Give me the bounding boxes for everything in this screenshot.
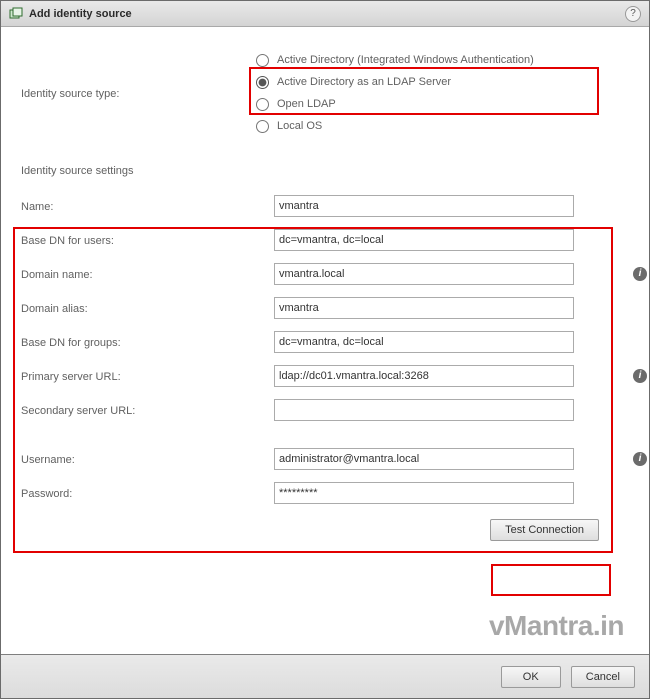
row-basedn-groups: Base DN for groups: xyxy=(21,331,629,353)
radio-ad-windows-input[interactable] xyxy=(256,54,269,67)
label-domain-alias: Domain alias: xyxy=(21,301,274,315)
label-password: Password: xyxy=(21,486,274,500)
fields-container: Name: Base DN for users: Domain name: i xyxy=(21,195,629,504)
row-secondary-url: Secondary server URL: xyxy=(21,399,629,421)
radio-ad-windows-label: Active Directory (Integrated Windows Aut… xyxy=(277,54,534,66)
label-username: Username: xyxy=(21,452,274,466)
test-connection-button[interactable]: Test Connection xyxy=(490,519,599,541)
label-basedn-users: Base DN for users: xyxy=(21,233,274,247)
label-domain-name: Domain name: xyxy=(21,267,274,281)
input-domain-alias[interactable] xyxy=(274,297,574,319)
input-primary-url[interactable] xyxy=(274,365,574,387)
row-name: Name: xyxy=(21,195,629,217)
highlight-test-button xyxy=(491,564,611,596)
label-basedn-groups: Base DN for groups: xyxy=(21,335,274,349)
watermark-text: vMantra.in xyxy=(489,610,624,642)
radio-ad-ldap-label: Active Directory as an LDAP Server xyxy=(277,76,451,88)
input-basedn-users[interactable] xyxy=(274,229,574,251)
dialog-content: Identity source type: Active Directory (… xyxy=(1,27,649,654)
row-domain-name: Domain name: i xyxy=(21,263,629,285)
source-type-label: Identity source type: xyxy=(21,86,256,100)
radio-local-os[interactable]: Local OS xyxy=(256,115,629,137)
label-primary-url: Primary server URL: xyxy=(21,369,274,383)
label-name: Name: xyxy=(21,199,274,213)
input-secondary-url[interactable] xyxy=(274,399,574,421)
row-username: Username: i xyxy=(21,448,629,470)
ok-button[interactable]: OK xyxy=(501,666,561,688)
radio-ad-ldap-input[interactable] xyxy=(256,76,269,89)
info-icon[interactable]: i xyxy=(633,267,647,281)
title-bar: Add identity source ? xyxy=(1,1,649,27)
settings-heading: Identity source settings xyxy=(21,165,629,177)
input-domain-name[interactable] xyxy=(274,263,574,285)
dialog-title: Add identity source xyxy=(29,8,132,20)
radio-ad-windows[interactable]: Active Directory (Integrated Windows Aut… xyxy=(256,49,629,71)
radio-local-os-input[interactable] xyxy=(256,120,269,133)
help-icon[interactable]: ? xyxy=(625,6,641,22)
row-domain-alias: Domain alias: xyxy=(21,297,629,319)
cancel-button[interactable]: Cancel xyxy=(571,666,635,688)
row-password: Password: xyxy=(21,482,629,504)
input-password[interactable] xyxy=(274,482,574,504)
app-icon xyxy=(9,7,23,21)
input-basedn-groups[interactable] xyxy=(274,331,574,353)
source-type-row: Identity source type: Active Directory (… xyxy=(21,49,629,137)
radio-ad-ldap[interactable]: Active Directory as an LDAP Server xyxy=(256,71,629,93)
dialog-window: Add identity source ? Identity source ty… xyxy=(0,0,650,699)
radio-open-ldap-label: Open LDAP xyxy=(277,98,336,110)
test-row: Test Connection xyxy=(21,519,629,541)
info-icon[interactable]: i xyxy=(633,369,647,383)
dialog-footer: OK Cancel xyxy=(1,654,649,698)
input-name[interactable] xyxy=(274,195,574,217)
radio-local-os-label: Local OS xyxy=(277,120,322,132)
row-primary-url: Primary server URL: i xyxy=(21,365,629,387)
input-username[interactable] xyxy=(274,448,574,470)
radio-open-ldap-input[interactable] xyxy=(256,98,269,111)
radio-open-ldap[interactable]: Open LDAP xyxy=(256,93,629,115)
label-secondary-url: Secondary server URL: xyxy=(21,403,274,417)
row-basedn-users: Base DN for users: xyxy=(21,229,629,251)
info-icon[interactable]: i xyxy=(633,452,647,466)
